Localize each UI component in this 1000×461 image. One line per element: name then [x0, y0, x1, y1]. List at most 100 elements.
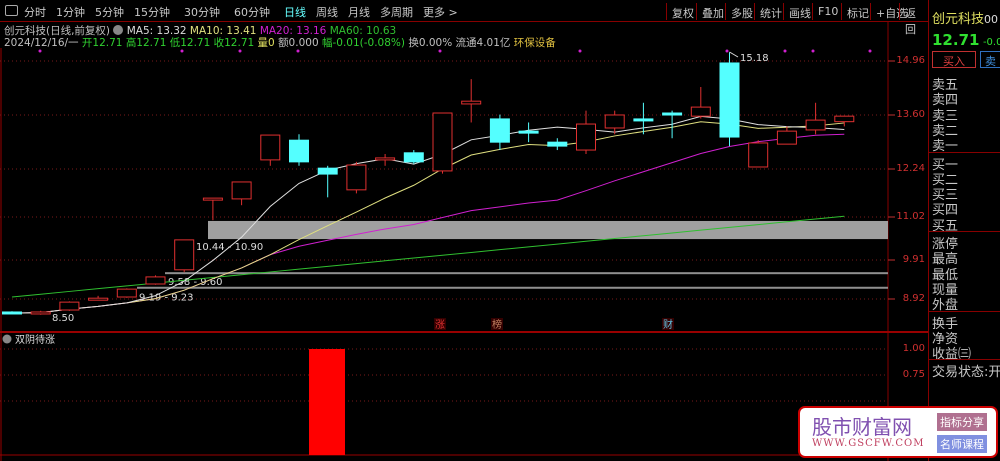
indicator-name: 双阴待涨 — [15, 333, 55, 346]
zone-label: 10.44 - 10.90 — [196, 242, 263, 253]
watermark-url: WWW.GSCFW.COM — [812, 438, 925, 449]
low-label: 8.50 — [52, 313, 74, 324]
candle-body — [748, 142, 769, 168]
ma5-line — [11, 115, 845, 314]
candle-body — [719, 62, 740, 138]
event-marker: 涨 — [435, 319, 445, 331]
pressure-zone — [208, 220, 888, 240]
quote-panel: 创元科技00 12.71 -0.0 买入 卖 卖五卖四卖三卖二卖一买一买二买三买… — [928, 0, 1000, 461]
price-tick: 8.92 — [902, 293, 925, 304]
period-tab-6[interactable]: 日线 — [284, 4, 306, 20]
price-change: -0.0 — [982, 37, 1000, 48]
period-tab-5[interactable]: 60分钟 — [234, 4, 270, 20]
candle-body — [776, 130, 797, 145]
candle-body — [633, 118, 654, 122]
candle-body — [317, 167, 338, 175]
period-tab-0[interactable]: 分时 — [24, 4, 46, 20]
layout-toggle-icon[interactable] — [5, 5, 18, 16]
date: 2024/12/16/一 — [4, 37, 79, 49]
quote-line: 2024/12/16/一 开12.71 高12.71 低12.71 收12.71… — [4, 35, 556, 50]
candle-body — [432, 112, 453, 172]
indicator-tick: 0.75 — [902, 369, 925, 380]
trade-status: 交易状态:开 — [932, 365, 1000, 381]
candle-body — [547, 141, 568, 147]
float-cap: 流通4.01亿 — [455, 37, 511, 49]
toolbar-button-0[interactable]: 复权 — [666, 3, 699, 20]
candle-body — [805, 119, 826, 131]
event-dot — [725, 49, 729, 53]
indicator-bar — [309, 349, 345, 455]
event-dot — [578, 49, 582, 53]
sell-button[interactable]: 卖 — [980, 51, 1000, 68]
price-tick: 14.96 — [896, 55, 925, 66]
candle-body — [576, 123, 596, 151]
candle-body — [202, 197, 223, 201]
high: 高12.71 — [125, 37, 167, 49]
stock-name: 创元科技 — [932, 12, 985, 27]
price-tick: 9.91 — [902, 254, 925, 265]
watermark-tag2: 名师课程 — [937, 435, 987, 453]
divider — [929, 359, 1000, 361]
period-tab-3[interactable]: 15分钟 — [134, 4, 170, 20]
collapse-icon — [2, 334, 12, 344]
pressure-line — [137, 286, 888, 289]
event-dot — [868, 49, 872, 53]
toolbar: 分时 1分钟 5分钟 15分钟 30分钟 60分钟 日线 周线 月线 多周期 更多 > 复权 叠加 多股… — [0, 0, 928, 36]
price-tick: 12.24 — [896, 163, 925, 174]
period-tab-1[interactable]: 1分钟 — [56, 4, 85, 20]
price-tick: 11.02 — [896, 211, 925, 222]
candle-body — [59, 301, 80, 311]
open: 开12.71 — [81, 37, 123, 49]
indicator-tick: 1.00 — [902, 343, 925, 354]
period-tab-2[interactable]: 5分钟 — [95, 4, 124, 20]
candle-body — [690, 106, 711, 117]
event-marker: 榜 — [492, 318, 502, 331]
watermark-logo: 股市财富网 WWW.GSCFW.COM 指标分享 名师课程 — [798, 406, 998, 458]
kline-chart[interactable]: 10.44 - 10.909.58 - 9.609.19 - 9.2315.18… — [0, 0, 928, 461]
candle-body — [489, 118, 510, 143]
candle-body — [375, 157, 396, 161]
event-dot — [783, 49, 787, 53]
high-pointer — [729, 51, 739, 58]
watermark-tag1: 指标分享 — [937, 413, 987, 431]
candle-body — [231, 181, 252, 200]
toolbar-button-8[interactable]: 返回 — [899, 3, 928, 36]
divider — [929, 310, 1000, 312]
stock-code: 00 — [984, 13, 999, 26]
sector[interactable]: 环保设备 — [514, 37, 556, 49]
volume: 量0 — [257, 37, 275, 49]
period-tab-4[interactable]: 30分钟 — [184, 4, 220, 20]
candle-body — [2, 311, 22, 315]
amount: 额0.000 — [278, 37, 319, 49]
candle-body — [289, 139, 309, 163]
settings-icon[interactable] — [113, 25, 124, 35]
buy-button[interactable]: 买入 — [932, 51, 976, 68]
candle-body — [174, 239, 195, 271]
candle-body — [518, 130, 539, 134]
candle-body — [260, 134, 281, 161]
candle-body — [145, 276, 166, 285]
turnover: 换0.00% — [408, 37, 453, 49]
period-tab-7[interactable]: 周线 — [316, 4, 338, 20]
event-dot — [811, 49, 815, 53]
high-label: 15.18 — [740, 53, 769, 64]
divider — [929, 231, 1000, 232]
candle-body — [116, 288, 137, 298]
change: 幅-0.01(-0.08%) — [321, 37, 405, 49]
event-marker: 财 — [663, 318, 673, 331]
candle-body — [88, 297, 109, 301]
period-tab-9[interactable]: 多周期 — [380, 4, 413, 20]
last-price: 12.71 — [932, 31, 980, 49]
candle-body — [403, 152, 424, 163]
watermark-site: 股市财富网 — [812, 415, 912, 439]
candle-body — [346, 164, 367, 191]
close: 收12.71 — [213, 37, 255, 49]
candle-body — [461, 100, 482, 105]
period-tab-8[interactable]: 月线 — [348, 4, 370, 20]
period-tab-10[interactable]: 更多 > — [423, 4, 458, 20]
candle-body — [604, 114, 625, 129]
toolbar-button-5[interactable]: F10 — [812, 3, 843, 20]
divider — [929, 151, 1000, 153]
low: 低12.71 — [169, 37, 211, 49]
candle-body — [30, 311, 51, 315]
